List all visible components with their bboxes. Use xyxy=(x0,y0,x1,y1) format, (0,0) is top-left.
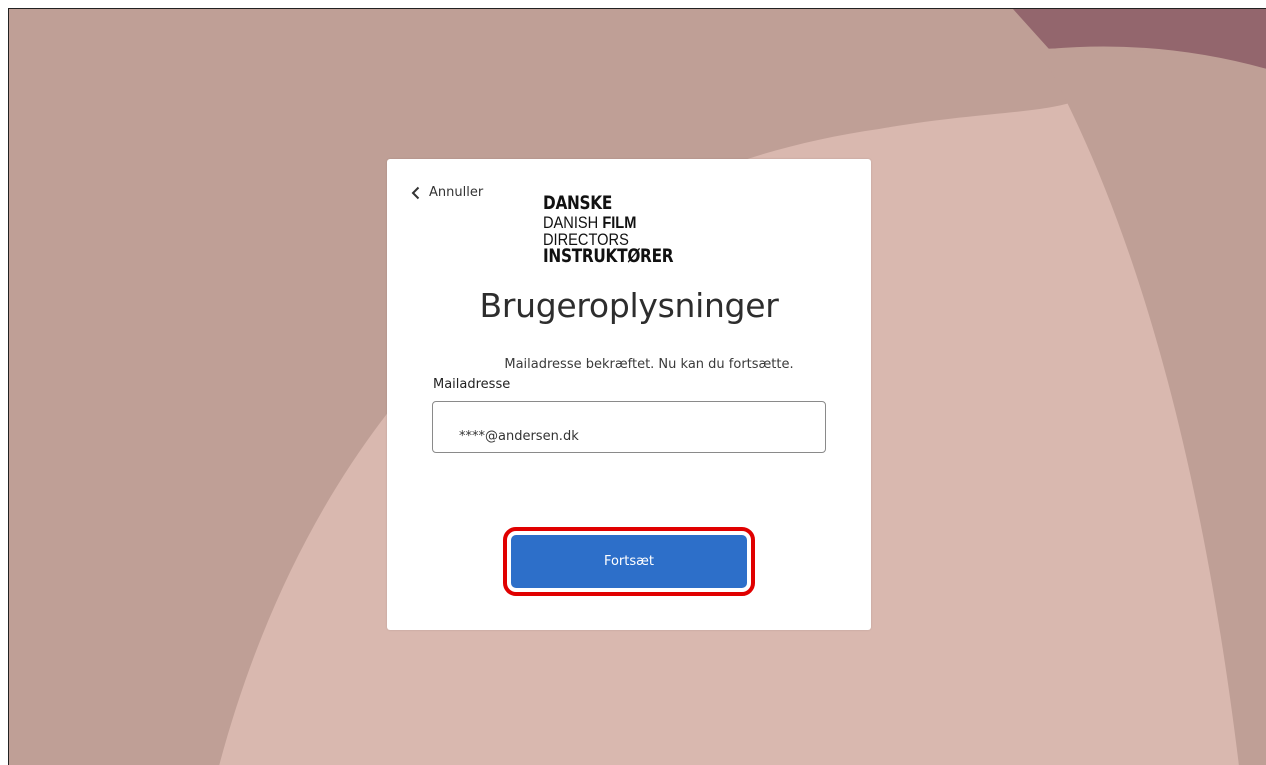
email-field[interactable]: ****@andersen.dk xyxy=(432,401,826,453)
page-title: Brugeroplysninger xyxy=(479,286,779,325)
page-background: Annuller DANSKE DANISH FILM DIRECTORS IN… xyxy=(8,8,1266,765)
logo-line-3: INSTRUKTØRER xyxy=(543,245,674,267)
info-message: Mailadresse bekræftet. Nu kan du fortsæt… xyxy=(504,357,794,372)
email-value: ****@andersen.dk xyxy=(459,429,579,444)
logo-line-2: DANISH FILM DIRECTORS xyxy=(543,214,694,248)
login-card: Annuller DANSKE DANISH FILM DIRECTORS IN… xyxy=(387,159,871,630)
continue-button[interactable]: Fortsæt xyxy=(511,535,747,588)
danske-filminstruktorer-logo: DANSKE DANISH FILM DIRECTORS INSTRUKTØRE… xyxy=(543,193,718,267)
email-label: Mailadresse xyxy=(433,377,511,392)
logo-line-1: DANSKE xyxy=(543,193,613,214)
cancel-link[interactable]: Annuller xyxy=(409,185,483,200)
cancel-label: Annuller xyxy=(429,185,484,200)
chevron-left-icon xyxy=(411,186,420,199)
